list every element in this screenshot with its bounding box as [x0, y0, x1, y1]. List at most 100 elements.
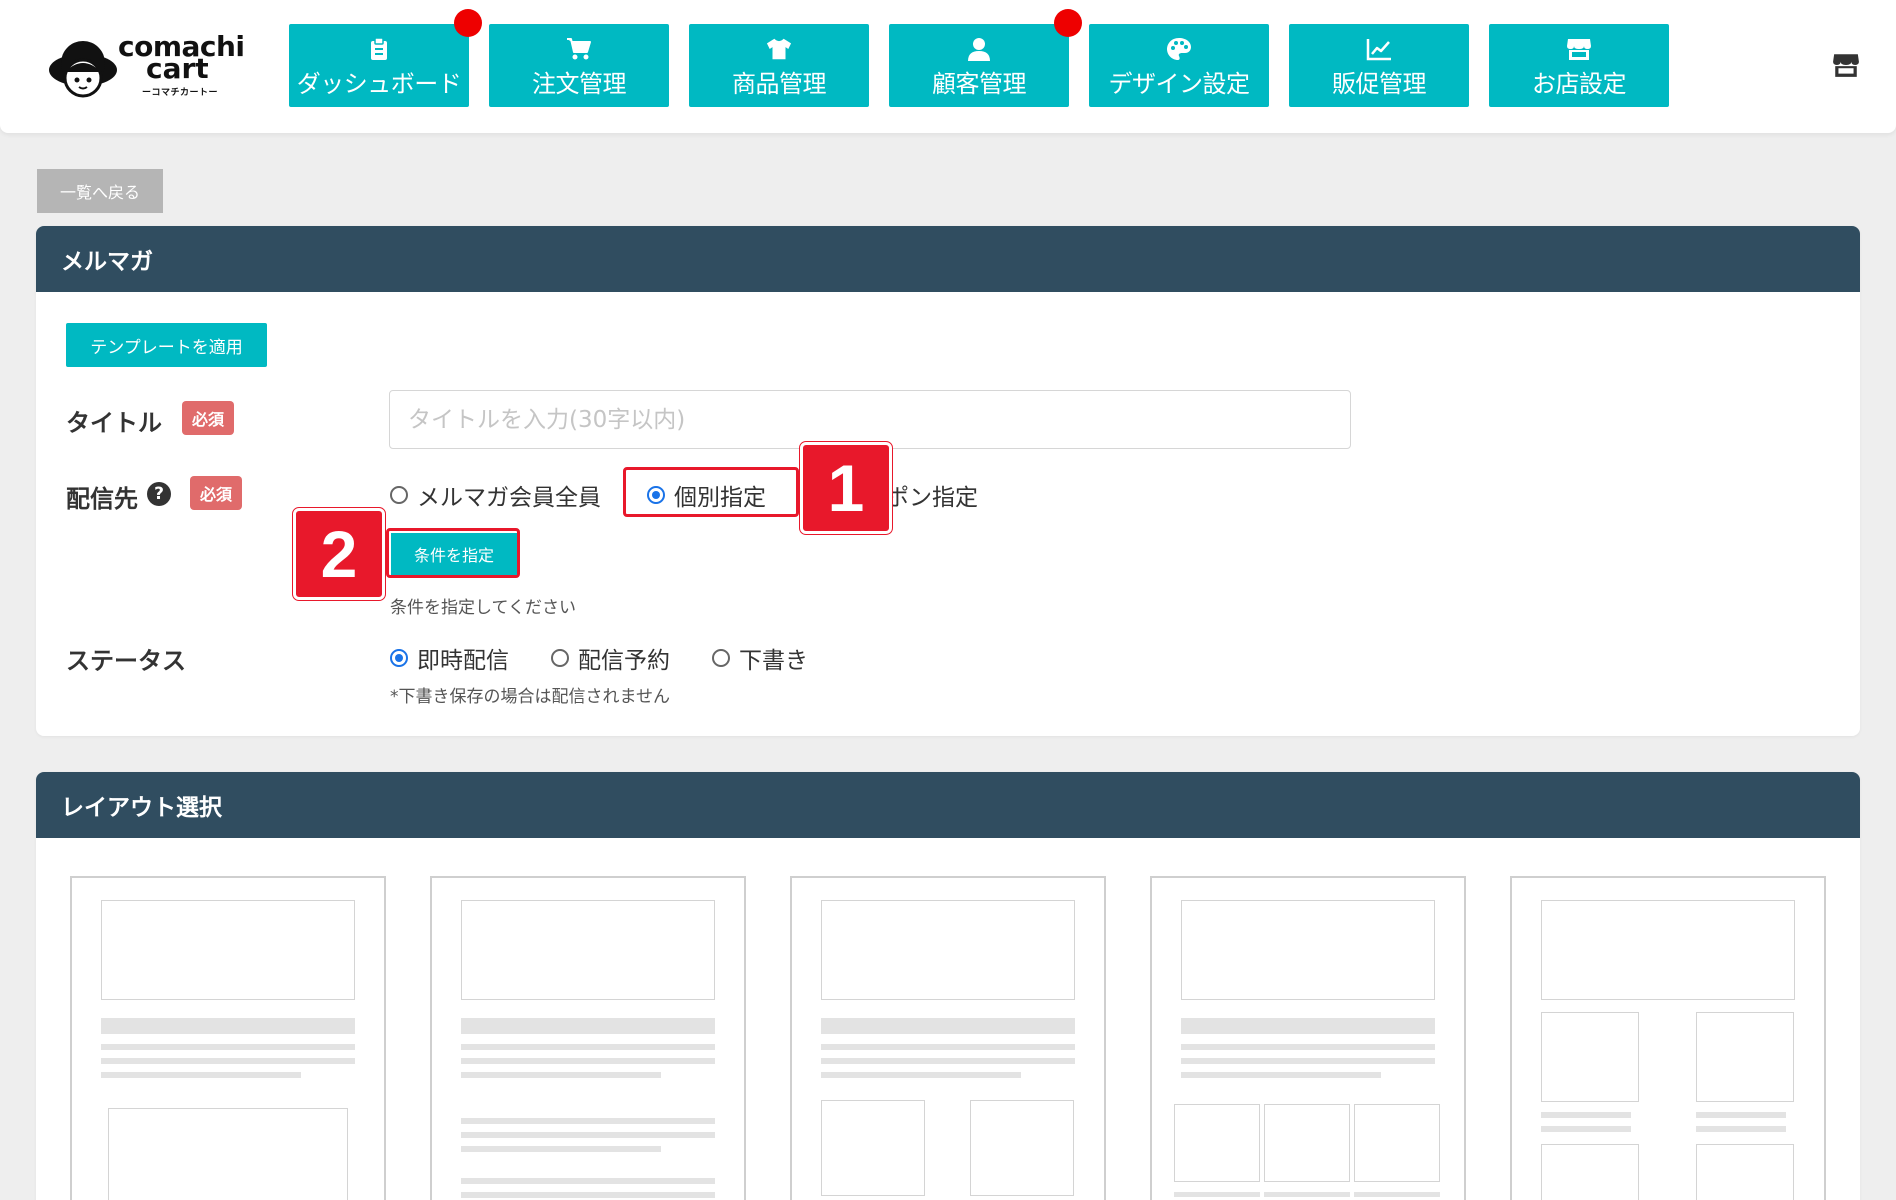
- radio-all-members-dot[interactable]: [390, 486, 408, 504]
- nav-design[interactable]: デザイン設定: [1089, 24, 1269, 107]
- layout-4-text-line: [1181, 1072, 1381, 1078]
- radio-draft-label: 下書き: [739, 648, 808, 674]
- layout-5-image-bottom-left: [1541, 1144, 1639, 1200]
- nav-promotion-label: 販促管理: [1332, 70, 1427, 98]
- layout-2-text-line: [461, 1118, 715, 1124]
- layout-panel: レイアウト選択: [36, 772, 1860, 1200]
- tshirt-icon: [766, 36, 792, 62]
- mailmag-heading: メルマガ: [36, 226, 1860, 292]
- nav-store-settings-label: お店設定: [1532, 70, 1627, 98]
- radio-draft[interactable]: 下書き: [712, 641, 808, 675]
- help-icon[interactable]: ?: [147, 482, 171, 506]
- layout-4-text-line: [1264, 1192, 1350, 1197]
- layout-1-heading-bar: [101, 1018, 355, 1034]
- nav-store-settings[interactable]: お店設定: [1489, 24, 1669, 107]
- layout-1-text-line: [101, 1058, 355, 1064]
- apply-template-button[interactable]: テンプレートを適用: [66, 323, 267, 367]
- layout-heading: レイアウト選択: [36, 772, 1860, 838]
- radio-scheduled[interactable]: 配信予約: [551, 641, 670, 675]
- back-to-list-button[interactable]: 一覧へ戻る: [37, 169, 163, 213]
- layout-3-image-right: [970, 1100, 1074, 1196]
- nav-orders-label: 注文管理: [532, 70, 627, 98]
- radio-all-members-label: メルマガ会員全員: [417, 485, 601, 511]
- title-input[interactable]: [389, 390, 1351, 449]
- radio-individual-dot[interactable]: [647, 486, 665, 504]
- comachi-cart-logo[interactable]: comachi cart ーコマチカートー: [48, 30, 245, 100]
- nav-dashboard[interactable]: ダッシュボード: [289, 24, 469, 107]
- layout-4-image-3: [1354, 1104, 1440, 1182]
- nav-customers[interactable]: 顧客管理: [889, 24, 1069, 107]
- layout-2-text-line: [461, 1192, 715, 1198]
- layout-1-image: [108, 1108, 348, 1200]
- layout-5-image-left: [1541, 1012, 1639, 1102]
- layout-1-text-line: [101, 1044, 355, 1050]
- layout-3-text-line: [821, 1044, 1075, 1050]
- layout-option-3[interactable]: [790, 876, 1106, 1200]
- top-header: comachi cart ーコマチカートー ダッシュボード 注文管理 商品管理 …: [0, 0, 1896, 133]
- layout-4-text-line: [1181, 1044, 1435, 1050]
- layout-2-text-line: [461, 1178, 715, 1184]
- nav-promotion[interactable]: 販促管理: [1289, 24, 1469, 107]
- layout-5-text-line: [1696, 1126, 1786, 1132]
- destination-label: 配信先: [66, 485, 138, 513]
- layout-option-2[interactable]: [430, 876, 746, 1200]
- radio-scheduled-dot[interactable]: [551, 649, 569, 667]
- layout-1-hero: [101, 900, 355, 1000]
- radio-immediate-dot[interactable]: [390, 649, 408, 667]
- customers-notification-dot: [1054, 9, 1082, 37]
- radio-coupon[interactable]: ポン指定: [886, 478, 978, 512]
- layout-5-image-bottom-right: [1696, 1144, 1794, 1200]
- radio-coupon-label: ポン指定: [886, 485, 978, 511]
- title-label: タイトル: [66, 409, 162, 437]
- nav-products-label: 商品管理: [732, 70, 827, 98]
- nav-products[interactable]: 商品管理: [689, 24, 869, 107]
- layout-4-image-1: [1174, 1104, 1260, 1182]
- layout-option-1[interactable]: [70, 876, 386, 1200]
- layout-4-heading-bar: [1181, 1018, 1435, 1034]
- layout-5-hero: [1541, 900, 1795, 1000]
- store-icon[interactable]: [1832, 52, 1860, 80]
- layout-4-text-line: [1181, 1058, 1435, 1064]
- radio-draft-dot[interactable]: [712, 649, 730, 667]
- layout-5-text-line: [1696, 1112, 1786, 1118]
- layout-2-text-line: [461, 1072, 661, 1078]
- user-icon: [966, 36, 992, 62]
- radio-individual-label: 個別指定: [674, 485, 766, 511]
- nav-orders[interactable]: 注文管理: [489, 24, 669, 107]
- layout-4-image-2: [1264, 1104, 1350, 1182]
- logo-mascot-icon: [49, 41, 117, 98]
- layout-2-heading-bar: [461, 1018, 715, 1034]
- cart-icon: [566, 36, 592, 62]
- radio-immediate-label: 即時配信: [417, 648, 509, 674]
- nav-dashboard-label: ダッシュボード: [296, 70, 462, 98]
- layout-2-hero: [461, 900, 715, 1000]
- radio-immediate[interactable]: 即時配信: [390, 641, 509, 675]
- layout-2-text-line: [461, 1146, 661, 1152]
- title-required-badge: 必須: [182, 401, 235, 435]
- radio-individual[interactable]: 個別指定: [647, 478, 766, 512]
- nav-design-label: デザイン設定: [1108, 70, 1251, 98]
- destination-required-badge: 必須: [190, 476, 243, 510]
- layout-5-text-line: [1541, 1126, 1631, 1132]
- annotation-badge-2: 2: [293, 508, 385, 600]
- annotation-badge-1: 1: [800, 442, 892, 534]
- layout-4-text-line: [1174, 1192, 1260, 1197]
- layout-3-hero: [821, 900, 1075, 1000]
- logo-text-cart: cart: [146, 52, 209, 85]
- layout-4-hero: [1181, 900, 1435, 1000]
- radio-all-members[interactable]: メルマガ会員全員: [390, 478, 601, 512]
- layout-3-heading-bar: [821, 1018, 1075, 1034]
- radio-scheduled-label: 配信予約: [578, 648, 670, 674]
- layout-2-text-line: [461, 1058, 715, 1064]
- dashboard-notification-dot: [454, 9, 482, 37]
- palette-icon: [1166, 36, 1192, 62]
- layout-3-text-line: [821, 1058, 1075, 1064]
- layout-2-text-line: [461, 1132, 715, 1138]
- layout-option-4[interactable]: [1150, 876, 1466, 1200]
- condition-hint: 条件を指定してください: [390, 598, 576, 618]
- layout-option-5[interactable]: [1510, 876, 1826, 1200]
- chart-line-icon: [1366, 36, 1392, 62]
- layout-1-text-line: [101, 1072, 301, 1078]
- specify-condition-button[interactable]: 条件を指定: [391, 533, 517, 575]
- logo-subtitle: ーコマチカートー: [142, 88, 219, 98]
